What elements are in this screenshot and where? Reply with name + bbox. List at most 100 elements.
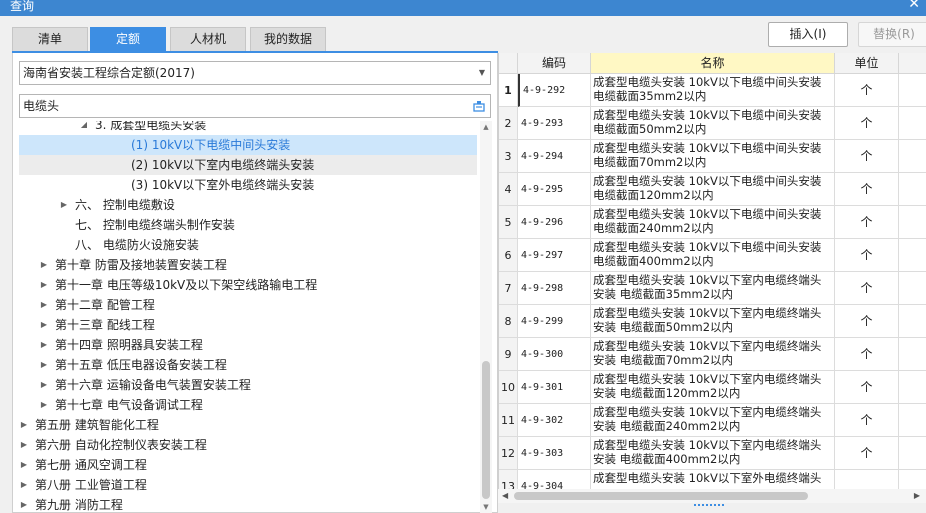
resize-grip[interactable] [498,503,926,513]
cell-extra[interactable] [899,74,926,107]
cell-unit[interactable]: 个 [835,437,899,470]
chevron-down-icon[interactable]: ▼ [479,62,485,84]
cell-code[interactable]: 4-9-293 [518,107,591,140]
expand-arrow-icon[interactable]: ▶ [39,375,49,395]
scroll-right-icon[interactable]: ▶ [914,489,920,503]
tree-node[interactable]: ▶ 六、 控制电缆敷设 [19,195,477,215]
cell-code[interactable]: 4-9-295 [518,173,591,206]
expand-arrow-icon[interactable]: ▶ [19,455,29,475]
cell-extra[interactable] [899,206,926,239]
expand-arrow-icon[interactable]: ▶ [39,355,49,375]
table-row[interactable]: 5 4-9-296 成套型电缆头安装 10kV以下电缆中间头安装 电缆截面240mm2… [499,206,926,239]
row-number[interactable]: 6 [499,239,518,272]
tree-scrollbar[interactable]: ▲ ▼ [480,121,492,513]
cell-name[interactable]: 成套型电缆头安装 10kV以下室内电缆终端头 安装 电缆截面400mm2以内 [591,437,835,470]
expand-arrow-icon[interactable]: ▶ [39,395,49,415]
cell-unit[interactable]: 个 [835,107,899,140]
cell-code[interactable]: 4-9-297 [518,239,591,272]
cell-unit[interactable]: 个 [835,371,899,404]
grid-hscrollbar[interactable]: ◀ ▶ [498,489,926,503]
cell-unit[interactable]: 个 [835,74,899,107]
cell-name[interactable]: 成套型电缆头安装 10kV以下室内电缆终端头 安装 电缆截面35mm2以内 [591,272,835,305]
grid-header-name[interactable]: 名称 [591,53,835,74]
scroll-up-icon[interactable]: ▲ [480,121,492,133]
cell-unit[interactable]: 个 [835,206,899,239]
tree-node[interactable]: ▶ 第十一章 电压等级10kV及以下架空线路输电工程 [19,275,477,295]
expand-arrow-icon[interactable]: ▶ [19,415,29,435]
cell-extra[interactable] [899,305,926,338]
cell-unit[interactable]: 个 [835,338,899,371]
tab-materials[interactable]: 人材机 [170,27,246,51]
expand-arrow-icon[interactable]: ▶ [59,195,69,215]
cell-name[interactable]: 成套型电缆头安装 10kV以下电缆中间头安装 电缆截面35mm2以内 [591,74,835,107]
cell-code[interactable]: 4-9-299 [518,305,591,338]
tab-my-data[interactable]: 我的数据 [250,27,326,51]
replace-button[interactable]: 替换(R) [858,22,926,47]
cell-name[interactable]: 成套型电缆头安装 10kV以下电缆中间头安装 电缆截面120mm2以内 [591,173,835,206]
cell-code[interactable]: 4-9-298 [518,272,591,305]
tree-node[interactable]: (1) 10kV以下电缆中间头安装 [19,135,477,155]
tree-node[interactable]: ◢ 3. 成套型电缆头安装 [19,121,477,135]
search-input[interactable]: 电缆头 [19,94,491,118]
scroll-down-icon[interactable]: ▼ [480,501,492,513]
expand-arrow-icon[interactable]: ▶ [19,435,29,455]
row-number[interactable]: 5 [499,206,518,239]
table-row[interactable]: 6 4-9-297 成套型电缆头安装 10kV以下电缆中间头安装 电缆截面400mm2… [499,239,926,272]
row-number[interactable]: 7 [499,272,518,305]
cell-name[interactable]: 成套型电缆头安装 10kV以下室内电缆终端头 安装 电缆截面50mm2以内 [591,305,835,338]
tree-node[interactable]: 七、 控制电缆终端头制作安装 [19,215,477,235]
cell-extra[interactable] [899,272,926,305]
tab-quota[interactable]: 定额 [90,27,166,51]
library-select[interactable]: 海南省安装工程综合定额(2017) ▼ [19,61,491,85]
expand-arrow-icon[interactable]: ▶ [19,475,29,495]
cell-extra[interactable] [899,404,926,437]
tree-node[interactable]: ▶ 第十章 防雷及接地装置安装工程 [19,255,477,275]
row-number[interactable]: 12 [499,437,518,470]
cell-code[interactable]: 4-9-303 [518,437,591,470]
cell-name[interactable]: 成套型电缆头安装 10kV以下室内电缆终端头 安装 电缆截面70mm2以内 [591,338,835,371]
table-row[interactable]: 11 4-9-302 成套型电缆头安装 10kV以下室内电缆终端头 安装 电缆截面24… [499,404,926,437]
table-row[interactable]: 8 4-9-299 成套型电缆头安装 10kV以下室内电缆终端头 安装 电缆截面50m… [499,305,926,338]
expand-arrow-icon[interactable]: ▶ [19,495,29,513]
cell-extra[interactable] [899,338,926,371]
cell-unit[interactable]: 个 [835,272,899,305]
table-row[interactable]: 9 4-9-300 成套型电缆头安装 10kV以下室内电缆终端头 安装 电缆截面70m… [499,338,926,371]
cell-name[interactable]: 成套型电缆头安装 10kV以下室内电缆终端头 安装 电缆截面120mm2以内 [591,371,835,404]
cell-name[interactable]: 成套型电缆头安装 10kV以下室内电缆终端头 安装 电缆截面240mm2以内 [591,404,835,437]
tree-node[interactable]: ▶ 第七册 通风空调工程 [19,455,477,475]
cell-code[interactable]: 4-9-300 [518,338,591,371]
cell-code[interactable]: 4-9-292 [518,74,591,107]
cell-unit[interactable]: 个 [835,404,899,437]
close-icon[interactable]: ✕ [908,0,920,12]
cell-extra[interactable] [899,140,926,173]
table-row[interactable]: 1 4-9-292 成套型电缆头安装 10kV以下电缆中间头安装 电缆截面35mm2以… [499,74,926,107]
expand-arrow-icon[interactable]: ▶ [39,255,49,275]
tree-node[interactable]: ▶ 第十七章 电气设备调试工程 [19,395,477,415]
tree-node[interactable]: ▶ 第九册 消防工程 [19,495,477,513]
cell-unit[interactable]: 个 [835,239,899,272]
table-row[interactable]: 4 4-9-295 成套型电缆头安装 10kV以下电缆中间头安装 电缆截面120mm2… [499,173,926,206]
table-row[interactable]: 2 4-9-293 成套型电缆头安装 10kV以下电缆中间头安装 电缆截面50mm2以… [499,107,926,140]
row-number[interactable]: 4 [499,173,518,206]
cell-extra[interactable] [899,437,926,470]
cell-unit[interactable]: 个 [835,140,899,173]
cell-code[interactable]: 4-9-301 [518,371,591,404]
cell-name[interactable]: 成套型电缆头安装 10kV以下电缆中间头安装 电缆截面400mm2以内 [591,239,835,272]
row-number[interactable]: 10 [499,371,518,404]
tree-node[interactable]: ▶ 第十六章 运输设备电气装置安装工程 [19,375,477,395]
row-number[interactable]: 8 [499,305,518,338]
cell-extra[interactable] [899,371,926,404]
grid-header-code[interactable]: 编码 [518,53,591,74]
cell-extra[interactable] [899,239,926,272]
cell-code[interactable]: 4-9-294 [518,140,591,173]
row-number[interactable]: 1 [499,74,518,107]
table-row[interactable]: 7 4-9-298 成套型电缆头安装 10kV以下室内电缆终端头 安装 电缆截面35m… [499,272,926,305]
expand-arrow-icon[interactable]: ▶ [39,295,49,315]
tree-node[interactable]: ▶ 第十五章 低压电器设备安装工程 [19,355,477,375]
cell-unit[interactable]: 个 [835,173,899,206]
expand-arrow-icon[interactable]: ▶ [39,315,49,335]
filter-icon[interactable] [472,99,486,113]
cell-unit[interactable]: 个 [835,305,899,338]
row-number[interactable]: 9 [499,338,518,371]
cell-extra[interactable] [899,107,926,140]
